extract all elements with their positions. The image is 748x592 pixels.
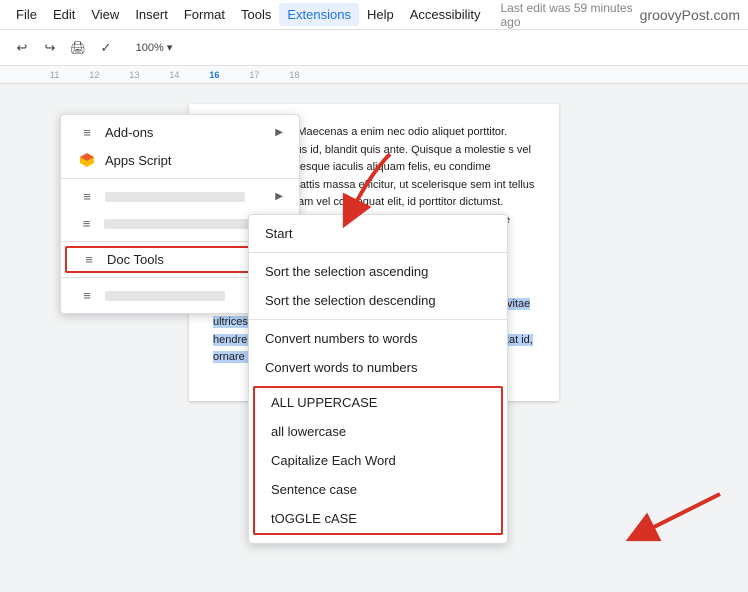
case-options-group: ALL UPPERCASE all lowercase Capitalize E…	[253, 386, 503, 535]
undo-button[interactable]: ↩	[8, 34, 36, 62]
divider-1	[61, 178, 299, 179]
blurred-icon-1: ≡	[77, 189, 97, 204]
apps-script-icon	[77, 152, 97, 168]
redo-button[interactable]: ↪	[36, 34, 64, 62]
convert-words-num-item[interactable]: Convert words to numbers	[249, 353, 507, 382]
menu-accessibility[interactable]: Accessibility	[402, 3, 489, 26]
blurred-icon-3: ≡	[77, 288, 97, 303]
menu-format[interactable]: Format	[176, 3, 233, 26]
blurred-text-1	[105, 192, 245, 202]
uppercase-item[interactable]: ALL UPPERCASE	[255, 388, 501, 417]
blurred-arrow-1: ▶	[275, 191, 283, 202]
sort-asc-item[interactable]: Sort the selection ascending	[249, 257, 507, 286]
ruler-bar: 11 12 13 14 16 17 18	[0, 66, 748, 84]
menu-help[interactable]: Help	[359, 3, 402, 26]
addons-icon: ≡	[77, 125, 97, 140]
menu-bar: File Edit View Insert Format Tools Exten…	[0, 0, 748, 30]
menu-extensions[interactable]: Extensions	[279, 3, 359, 26]
blurred-icon-2: ≡	[77, 216, 96, 231]
ruler-mark: 16	[209, 70, 219, 80]
toolbar-undo-group: ↩ ↪ 🖨 ✓	[8, 34, 120, 62]
ruler-mark: 13	[129, 70, 139, 80]
print-button[interactable]: 🖨	[64, 34, 92, 62]
ruler-mark: 17	[249, 70, 259, 80]
arrow-to-case-options	[610, 474, 730, 554]
brand-text: groovyPost.com	[640, 7, 740, 23]
ruler-mark: 18	[289, 70, 299, 80]
toggle-case-item[interactable]: tOGGLE cASE	[255, 504, 501, 533]
blurred-text-3	[105, 291, 225, 301]
convert-num-words-item[interactable]: Convert numbers to words	[249, 324, 507, 353]
ruler-mark: 12	[89, 70, 99, 80]
last-edit-text: Last edit was 59 minutes ago	[501, 1, 640, 29]
sort-desc-item[interactable]: Sort the selection descending	[249, 286, 507, 315]
menu-insert[interactable]: Insert	[127, 3, 176, 26]
main-area: porta non lectus. Maecenas a enim nec od…	[0, 84, 748, 592]
capitalize-item[interactable]: Capitalize Each Word	[255, 446, 501, 475]
toolbar: ↩ ↪ 🖨 ✓ 100% ▾	[0, 30, 748, 66]
addons-item[interactable]: ≡ Add-ons ▶	[61, 119, 299, 146]
sentence-item[interactable]: Sentence case	[255, 475, 501, 504]
menu-edit[interactable]: Edit	[45, 3, 83, 26]
submenu-divider-2	[249, 319, 507, 320]
doc-tools-submenu: Start Sort the selection ascending Sort …	[248, 214, 508, 544]
doc-tools-icon: ≡	[79, 252, 99, 267]
submenu-divider-1	[249, 252, 507, 253]
menu-view[interactable]: View	[83, 3, 127, 26]
addons-arrow: ▶	[275, 127, 283, 138]
ruler-mark: 14	[169, 70, 179, 80]
lowercase-item[interactable]: all lowercase	[255, 417, 501, 446]
apps-script-item[interactable]: Apps Script	[61, 146, 299, 174]
zoom-select[interactable]: 100% ▾	[124, 34, 184, 62]
addons-label: Add-ons	[105, 125, 153, 140]
ruler-mark: 11	[50, 70, 59, 80]
doc-tools-label: Doc Tools	[107, 252, 164, 267]
arrow-to-doc-tools	[310, 134, 410, 234]
spellcheck-button[interactable]: ✓	[92, 34, 120, 62]
blurred-item-1[interactable]: ≡ ▶	[61, 183, 299, 210]
toolbar-zoom-group: 100% ▾	[124, 34, 184, 62]
menu-file[interactable]: File	[8, 3, 45, 26]
menu-tools[interactable]: Tools	[233, 3, 279, 26]
apps-script-label: Apps Script	[105, 153, 171, 168]
